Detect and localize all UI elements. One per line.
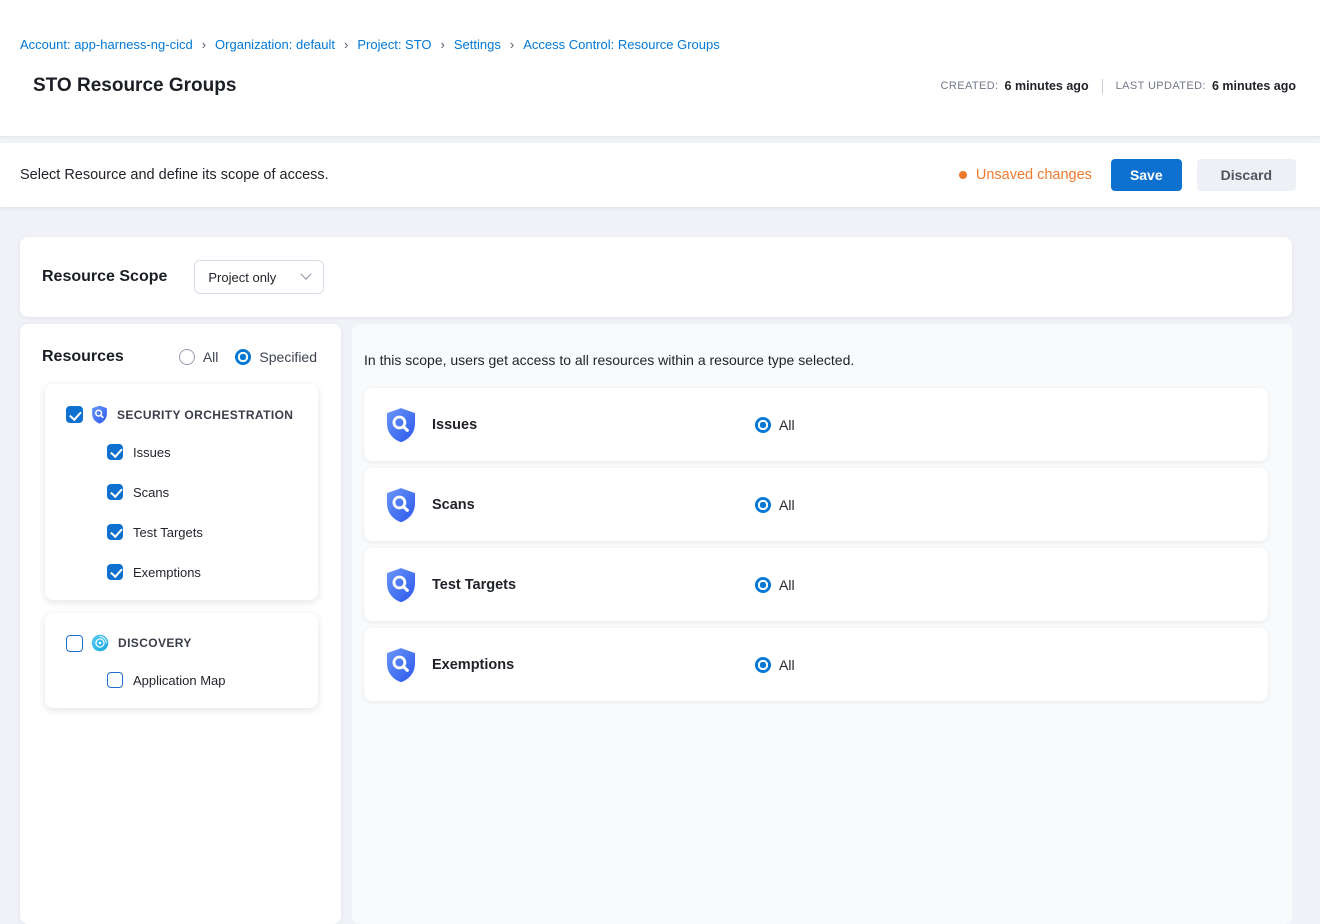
radio-unchecked-icon[interactable]	[179, 349, 195, 365]
breadcrumb-link-project[interactable]: Project: STO	[357, 37, 431, 52]
access-radio-all[interactable]: All	[755, 497, 795, 513]
access-radio-all[interactable]: All	[755, 577, 795, 593]
group-row-discovery[interactable]: DISCOVERY	[45, 619, 318, 660]
unsaved-changes-label: Unsaved changes	[976, 167, 1092, 183]
chevron-right-icon: ›	[441, 37, 445, 52]
created-value: 6 minutes ago	[1005, 79, 1089, 93]
toolbar-description: Select Resource and define its scope of …	[20, 167, 329, 183]
radio-checked-icon[interactable]	[755, 577, 771, 593]
radio-option-specified-label: Specified	[259, 349, 317, 365]
resource-card-label: Scans	[432, 497, 755, 513]
access-radio-all[interactable]: All	[755, 657, 795, 673]
group-row-security-orchestration[interactable]: SECURITY ORCHESTRATION	[45, 390, 318, 432]
radio-option-all[interactable]: All	[179, 349, 219, 365]
radio-checked-icon[interactable]	[755, 497, 771, 513]
resource-card-issues: Issues All	[364, 388, 1268, 461]
resources-title: Resources	[42, 348, 124, 366]
radio-option-all-label: All	[203, 349, 219, 365]
chevron-right-icon: ›	[202, 37, 206, 52]
access-radio-all[interactable]: All	[755, 417, 795, 433]
resource-card-scans: Scans All	[364, 468, 1268, 541]
unsaved-dot-icon	[959, 171, 967, 179]
access-radio-label: All	[779, 577, 795, 593]
resource-item-exemptions[interactable]: Exemptions	[45, 552, 318, 592]
resource-group-discovery: DISCOVERY Application Map	[45, 613, 318, 708]
group-label: SECURITY ORCHESTRATION	[117, 408, 293, 422]
resource-scope-label: Resource Scope	[42, 268, 167, 286]
resource-item-label: Issues	[133, 445, 171, 460]
action-toolbar: Select Resource and define its scope of …	[0, 143, 1320, 207]
meta-divider	[1102, 79, 1103, 94]
radio-checked-icon[interactable]	[235, 349, 251, 365]
resource-item-scans[interactable]: Scans	[45, 472, 318, 512]
radio-option-specified[interactable]: Specified	[235, 349, 317, 365]
created-label: CREATED:	[941, 80, 999, 92]
checkbox-checked-icon[interactable]	[107, 444, 123, 460]
breadcrumb-link-access-control[interactable]: Access Control: Resource Groups	[523, 37, 720, 52]
resources-panel: Resources All Specified S	[20, 324, 341, 924]
page-header: Account: app-harness-ng-cicd › Organizat…	[0, 0, 1320, 137]
checkbox-checked-icon[interactable]	[66, 406, 83, 423]
shield-search-icon	[385, 647, 417, 683]
header-meta: CREATED: 6 minutes ago LAST UPDATED: 6 m…	[941, 79, 1296, 94]
group-label: DISCOVERY	[118, 636, 192, 650]
access-radio-label: All	[779, 417, 795, 433]
resource-card-label: Exemptions	[432, 657, 755, 673]
radio-checked-icon[interactable]	[755, 417, 771, 433]
resource-group-security-orchestration: SECURITY ORCHESTRATION Issues Scans Test…	[45, 384, 318, 600]
shield-search-icon	[385, 567, 417, 603]
resource-card-test-targets: Test Targets All	[364, 548, 1268, 621]
scope-hint-text: In this scope, users get access to all r…	[364, 352, 1292, 368]
resource-item-issues[interactable]: Issues	[45, 432, 318, 472]
shield-search-icon	[91, 405, 108, 424]
resource-item-application-map[interactable]: Application Map	[45, 660, 318, 700]
resource-card-exemptions: Exemptions All	[364, 628, 1268, 701]
radar-icon	[91, 634, 109, 652]
resource-item-label: Scans	[133, 485, 169, 500]
access-radio-label: All	[779, 657, 795, 673]
shield-search-icon	[385, 407, 417, 443]
checkbox-checked-icon[interactable]	[107, 524, 123, 540]
breadcrumb-link-organization[interactable]: Organization: default	[215, 37, 335, 52]
shield-search-icon	[385, 487, 417, 523]
breadcrumb: Account: app-harness-ng-cicd › Organizat…	[20, 37, 1300, 52]
resource-item-test-targets[interactable]: Test Targets	[45, 512, 318, 552]
radio-checked-icon[interactable]	[755, 657, 771, 673]
resource-card-label: Issues	[432, 417, 755, 433]
checkbox-checked-icon[interactable]	[107, 564, 123, 580]
access-radio-label: All	[779, 497, 795, 513]
resource-item-label: Test Targets	[133, 525, 203, 540]
breadcrumb-link-account[interactable]: Account: app-harness-ng-cicd	[20, 37, 193, 52]
last-updated-value: 6 minutes ago	[1212, 79, 1296, 93]
resource-scope-dropdown[interactable]: Project only	[194, 260, 324, 294]
resource-scope-selected-value: Project only	[208, 270, 276, 285]
resource-card-label: Test Targets	[432, 577, 755, 593]
checkbox-unchecked-icon[interactable]	[66, 635, 83, 652]
checkbox-unchecked-icon[interactable]	[107, 672, 123, 688]
breadcrumb-link-settings[interactable]: Settings	[454, 37, 501, 52]
chevron-right-icon: ›	[510, 37, 514, 52]
content-area: Resource Scope Project only Resources Al…	[0, 207, 1320, 924]
chevron-down-icon	[301, 269, 312, 280]
resource-scope-card: Resource Scope Project only	[20, 237, 1292, 317]
last-updated-label: LAST UPDATED:	[1116, 80, 1206, 92]
resource-item-label: Application Map	[133, 673, 226, 688]
page-title: STO Resource Groups	[33, 75, 236, 97]
scope-detail-region: In this scope, users get access to all r…	[352, 324, 1292, 924]
resource-item-label: Exemptions	[133, 565, 201, 580]
save-button[interactable]: Save	[1111, 159, 1182, 191]
chevron-right-icon: ›	[344, 37, 348, 52]
checkbox-checked-icon[interactable]	[107, 484, 123, 500]
discard-button[interactable]: Discard	[1197, 159, 1296, 191]
